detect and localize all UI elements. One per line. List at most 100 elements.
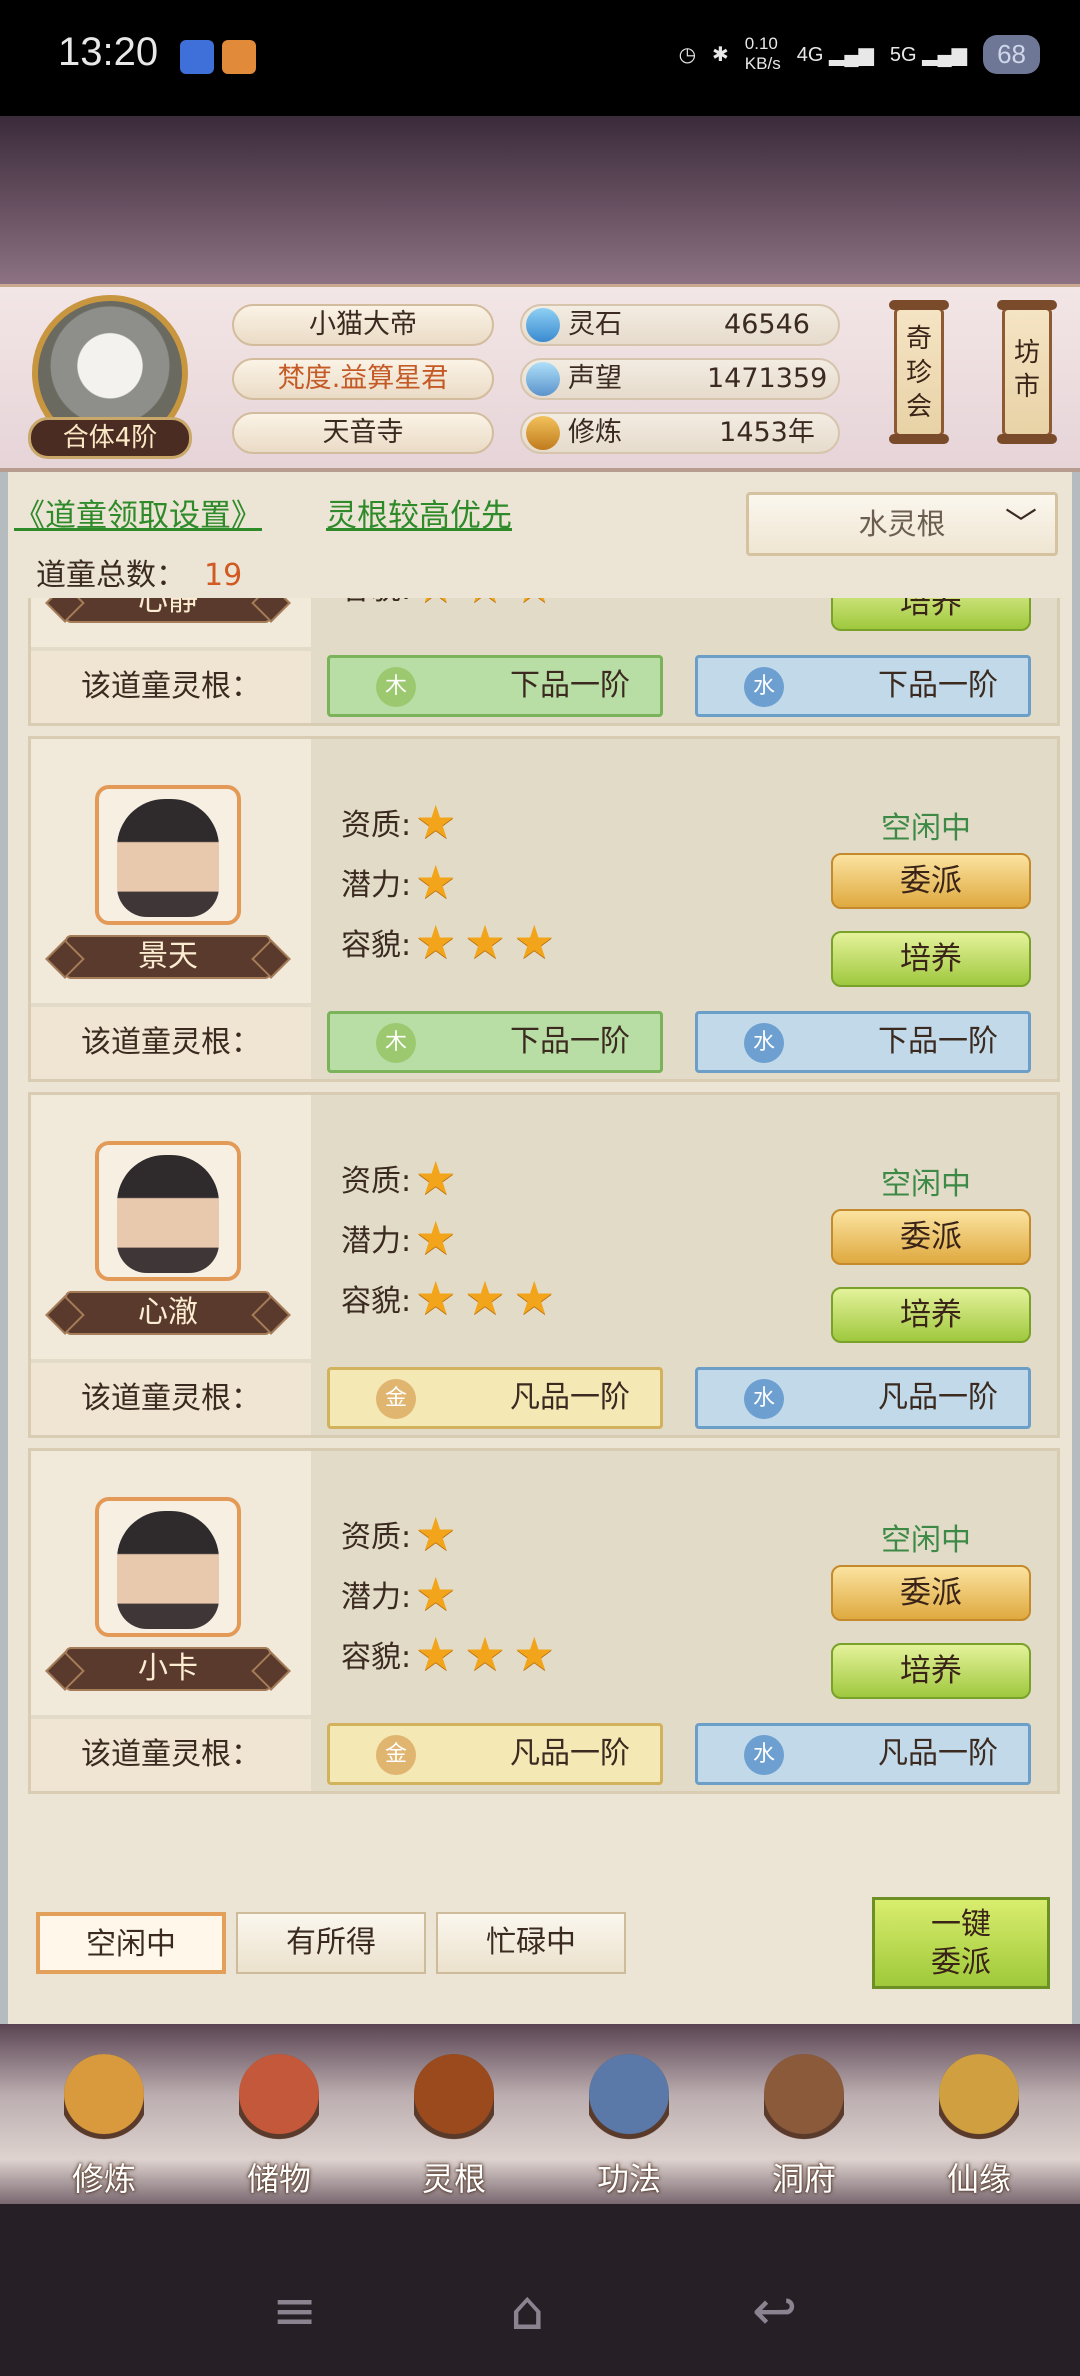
nav-gourd[interactable]: 仙缘: [919, 2054, 1039, 2198]
spirit-root-metal: 金凡品一阶: [327, 1723, 663, 1785]
disciple-face: [117, 1155, 219, 1273]
spirit-root-water: 水下品一阶: [695, 1011, 1031, 1073]
star-icon: ★: [415, 1627, 457, 1681]
assign-button[interactable]: 委派: [831, 1209, 1031, 1265]
disciple-portrait-area: 心静: [31, 598, 311, 647]
one-key-assign-button[interactable]: 一键 委派: [872, 1897, 1050, 1989]
app-notification-icon: [180, 40, 214, 74]
wood-element-icon: 木: [376, 667, 416, 707]
potential-row: 潜力: ★: [341, 1211, 457, 1265]
dropdown-value: 水灵根: [858, 507, 946, 541]
spirit-root-dropdown[interactable]: 水灵根 ﹀: [746, 492, 1058, 556]
resource-reputation: 声望 1471359: [520, 358, 840, 400]
spirit-root-row: 该道童灵根： 木下品一阶水下品一阶: [31, 651, 1057, 723]
nav-cultivate[interactable]: 修炼: [44, 2054, 164, 2198]
disciple-portrait-area: 景天: [31, 739, 311, 1003]
star-icon: ★: [513, 1271, 555, 1325]
star-icon: ★: [464, 598, 505, 609]
player-header: 合体4阶 小猫大帝 梵度.益算星君 天音寺 灵石 46546 声望 1471359 …: [0, 284, 1080, 472]
train-button[interactable]: 培养: [831, 931, 1031, 987]
storage-bag-icon: [239, 2054, 319, 2154]
status-time: 13:20: [58, 30, 159, 74]
star-icon: ★: [464, 915, 506, 969]
player-sect: 天音寺: [232, 412, 494, 454]
spirit-root-row: 该道童灵根： 金凡品一阶水凡品一阶: [31, 1363, 1057, 1435]
bluetooth-icon: ✱: [712, 43, 729, 66]
looks-row: 容貌:★★★: [341, 598, 555, 609]
water-element-icon: 水: [744, 667, 784, 707]
nav-storage-bag[interactable]: 储物: [219, 2054, 339, 2198]
potential-row: 潜力: ★: [341, 1567, 457, 1621]
aptitude-row: 资质: ★: [341, 1151, 457, 1205]
home-icon[interactable]: ⌂: [510, 2284, 544, 2338]
filter-rewards-tab[interactable]: 有所得: [236, 1912, 426, 1974]
app-notification-icon: [222, 40, 256, 74]
player-level-badge: 合体4阶: [28, 417, 192, 459]
star-icon: ★: [415, 795, 457, 849]
looks-row: 容貌:★★★: [341, 1271, 555, 1325]
reputation-icon: [526, 362, 560, 396]
nav-cave-house[interactable]: 洞府: [744, 2054, 864, 2198]
disciple-card: 景天 资质: ★ 潜力: ★ 容貌: ★ ★ ★ 空闲中 委派 培养 该道童灵根： 木下品一阶水下品一阶: [28, 736, 1060, 1082]
star-icon: ★: [513, 915, 555, 969]
treasure-fair-button[interactable]: 奇珍会: [889, 300, 949, 444]
disciple-portrait[interactable]: [95, 1141, 241, 1281]
system-nav-bar: ≡ ⌂ ↩: [0, 2204, 1080, 2376]
spirit-root-row: 该道童灵根： 金凡品一阶水凡品一阶: [31, 1719, 1057, 1791]
train-button[interactable]: 培养: [831, 1643, 1031, 1699]
train-button[interactable]: 培养: [831, 598, 1031, 631]
bottom-nav: 修炼 储物 灵根 功法 洞府 仙缘: [0, 2024, 1080, 2204]
water-element-icon: 水: [744, 1735, 784, 1775]
assign-button[interactable]: 委派: [831, 853, 1031, 909]
resource-cultivation: 修炼 1453年: [520, 412, 840, 454]
manual-book-icon: [589, 2054, 669, 2154]
star-icon: ★: [415, 855, 457, 909]
disciple-portrait-area: 小卡: [31, 1451, 311, 1715]
looks-row: 容貌:★★★: [341, 1627, 555, 1681]
nav-manual-book[interactable]: 功法: [569, 2054, 689, 2198]
player-name: 小猫大帝: [232, 304, 494, 346]
aptitude-row: 资质: ★: [341, 1507, 457, 1561]
spirit-root-icon: [414, 2054, 494, 2154]
net-speed: 0.10 KB/s: [744, 34, 781, 73]
nav-spirit-root[interactable]: 灵根: [394, 2054, 514, 2198]
assign-button[interactable]: 委派: [831, 1565, 1031, 1621]
spirit-root-water: 水凡品一阶: [695, 1367, 1031, 1429]
disciple-total: 道童总数： 19: [36, 558, 243, 593]
disciple-card: 心澈 资质: ★ 潜力: ★ 容貌: ★ ★ ★ 空闲中 委派 培养 该道童灵根： 金凡品一阶水凡品一阶: [28, 1092, 1060, 1438]
market-button[interactable]: 坊市: [997, 300, 1057, 444]
menu-icon[interactable]: ≡: [272, 2284, 317, 2338]
disciple-name: 心静: [65, 598, 271, 623]
spirit-root-label: 该道童灵根：: [31, 651, 311, 723]
cultivation-icon: [526, 416, 560, 450]
status-idle: 空闲中: [881, 811, 971, 846]
spirit-root-metal: 金凡品一阶: [327, 1367, 663, 1429]
spirit-stone-icon: [526, 308, 560, 342]
disciple-settings-link[interactable]: 《道童领取设置》: [14, 490, 262, 535]
star-icon: ★: [415, 915, 457, 969]
star-icon: ★: [464, 1271, 506, 1325]
filter-idle-tab[interactable]: 空闲中: [36, 1912, 226, 1974]
alarm-icon: ◷: [678, 43, 697, 66]
spirit-root-label: 该道童灵根：: [31, 1719, 311, 1791]
spirit-root-label: 该道童灵根：: [31, 1007, 311, 1079]
looks-row: 容貌:★★★: [341, 915, 555, 969]
gourd-icon: [939, 2054, 1019, 2154]
star-icon: ★: [415, 1151, 457, 1205]
back-icon[interactable]: ↩: [752, 2284, 797, 2338]
disciple-portrait[interactable]: [95, 1497, 241, 1637]
train-button[interactable]: 培养: [831, 1287, 1031, 1343]
resource-spirit-stone: 灵石 46546: [520, 304, 840, 346]
cave-house-icon: [764, 2054, 844, 2154]
status-bar: 13:20 ◷ ✱ 0.10 KB/s 4G ▂▄▆ 5G ▂▄▆ 68: [0, 0, 1080, 116]
signal-5g-icon: 5G ▂▄▆: [889, 43, 968, 66]
star-icon: ★: [415, 1507, 457, 1561]
status-idle: 空闲中: [881, 1523, 971, 1558]
disciple-list[interactable]: 心静资质:★潜力:★容貌:★★★委派培养该道童灵根：木下品一阶水下品一阶景天资质…: [28, 598, 1060, 1878]
signal-4g-icon: 4G ▂▄▆: [796, 43, 874, 66]
filter-busy-tab[interactable]: 忙碌中: [436, 1912, 626, 1974]
star-icon: ★: [415, 1211, 457, 1265]
star-icon: ★: [464, 1627, 506, 1681]
priority-link[interactable]: 灵根较高优先: [326, 490, 512, 535]
disciple-portrait[interactable]: [95, 785, 241, 925]
